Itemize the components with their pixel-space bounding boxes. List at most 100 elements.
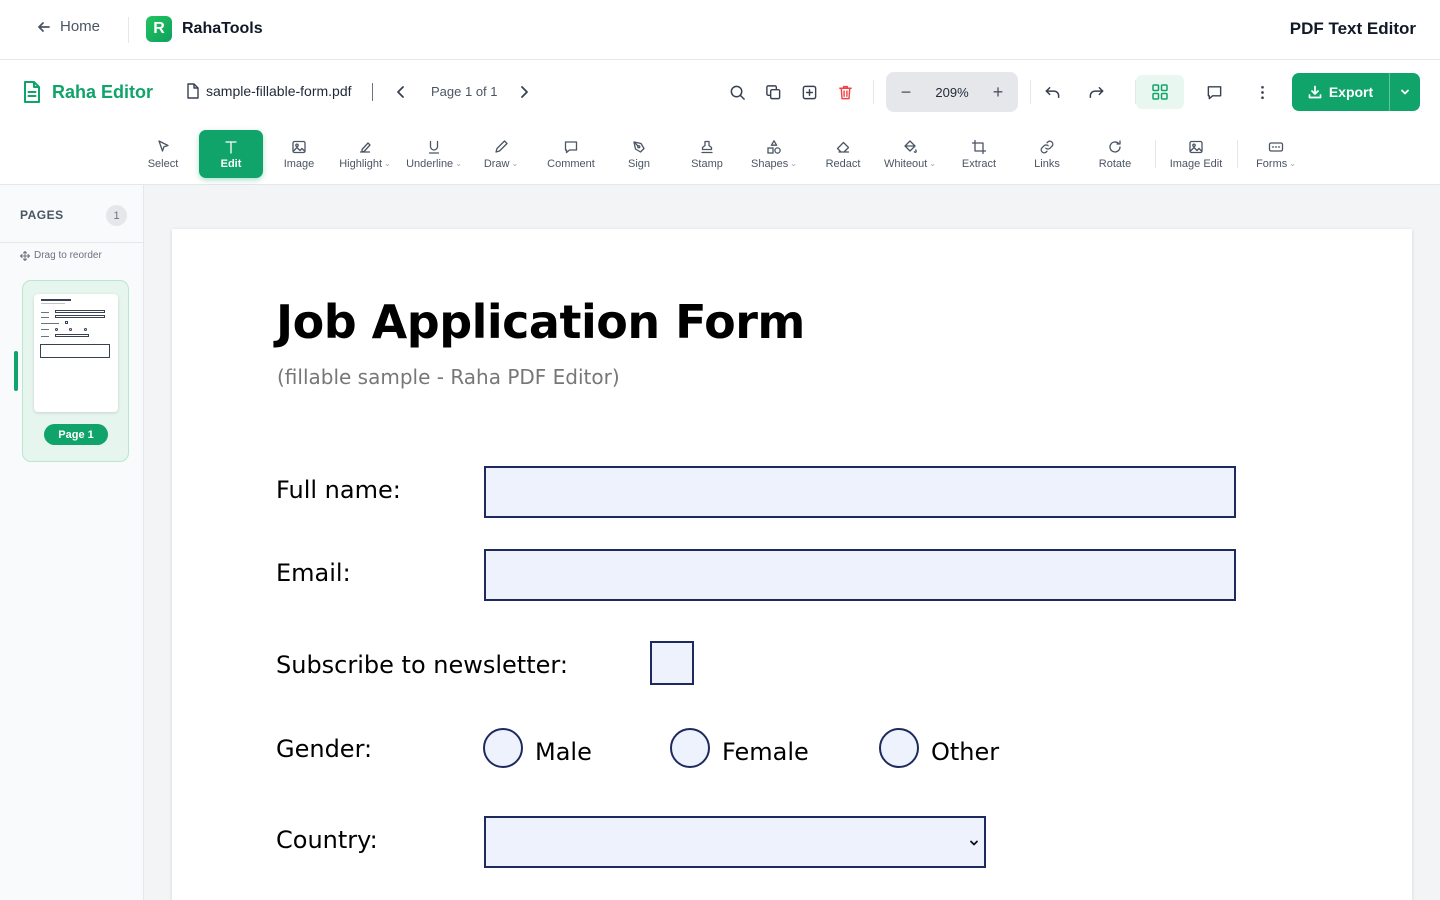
more-vertical-icon	[1260, 85, 1264, 99]
tool-label: Shapes	[750, 157, 789, 170]
chevron-left-icon	[397, 86, 404, 98]
tool-label: Image Edit	[1169, 157, 1223, 170]
page-thumbnail-card[interactable]: Page 1	[22, 280, 129, 462]
tool-sign-button[interactable]: Sign	[613, 130, 665, 178]
add-page-button[interactable]	[799, 82, 819, 102]
arrow-left-icon	[38, 21, 50, 32]
newsletter-label[interactable]: Subscribe to newsletter:	[276, 651, 568, 679]
gender-female-label[interactable]: Female	[722, 738, 809, 766]
thumbnail-label	[41, 336, 49, 337]
newsletter-checkbox[interactable]	[650, 641, 694, 685]
tool-label: Sign	[627, 157, 651, 170]
thumbnail-label	[41, 329, 49, 330]
zoom-out-button[interactable]: −	[898, 82, 914, 103]
tool-draw-button[interactable]: Draw ⌄	[473, 130, 529, 178]
tool-image-button[interactable]: Image	[271, 130, 327, 178]
tool-label: Comment	[547, 157, 595, 170]
email-field[interactable]	[484, 549, 1236, 601]
shapes-icon	[767, 139, 781, 154]
country-label[interactable]: Country:	[276, 826, 378, 854]
thumbnail-checkbox	[65, 321, 68, 324]
stamp-icon	[701, 140, 713, 153]
tool-comment-button[interactable]: Comment	[539, 130, 603, 178]
tool-underline-button[interactable]: Underline ⌄	[399, 130, 469, 178]
search-button[interactable]	[727, 82, 747, 102]
gender-other-radio[interactable]	[879, 728, 919, 768]
tool-edit-button[interactable]: Edit	[199, 130, 263, 178]
tool-select-button[interactable]: Select	[133, 130, 193, 178]
gender-other-label[interactable]: Other	[931, 738, 999, 766]
tool-shapes-button[interactable]: Shapes ⌄	[744, 130, 804, 178]
tool-extract-button[interactable]: Extract	[951, 130, 1007, 178]
redo-button[interactable]	[1086, 82, 1106, 102]
home-link[interactable]: Home	[36, 18, 100, 35]
document-title[interactable]: Job Application Form	[276, 295, 805, 349]
tool-rotate-button[interactable]: Rotate	[1087, 130, 1143, 178]
ribbon-divider	[1237, 140, 1238, 168]
sidebar-divider	[0, 242, 144, 243]
download-icon	[1308, 85, 1322, 99]
page-thumbnail	[34, 294, 118, 412]
eraser-icon	[836, 141, 850, 153]
zoom-level: 209%	[935, 84, 969, 100]
paint-bucket-icon	[904, 139, 917, 153]
undo-button[interactable]	[1042, 82, 1062, 102]
thumbnails-toggle-button[interactable]	[1136, 75, 1184, 109]
prev-page-button[interactable]	[391, 82, 411, 102]
chevron-down-icon: ⌄	[455, 159, 462, 168]
comment-icon	[1207, 85, 1221, 99]
editor-brand-name: Raha Editor	[52, 81, 154, 102]
document-subtitle[interactable]: (fillable sample - Raha PDF Editor)	[277, 365, 620, 389]
full-name-field[interactable]	[484, 466, 1236, 518]
tool-highlight-button[interactable]: Highlight ⌄	[333, 130, 397, 178]
tool-redact-button[interactable]: Redact	[815, 130, 871, 178]
chevron-down-icon: ⌄	[929, 159, 937, 168]
tool-whiteout-button[interactable]: Whiteout ⌄	[877, 130, 943, 178]
duplicate-page-button[interactable]	[763, 82, 783, 102]
thumbnail-field	[55, 334, 89, 337]
delete-page-button[interactable]	[835, 82, 855, 102]
more-options-button[interactable]	[1252, 82, 1272, 102]
full-name-label[interactable]: Full name:	[276, 476, 401, 504]
tool-forms-button[interactable]: Forms ⌄	[1248, 130, 1304, 178]
image-edit-icon	[1189, 140, 1203, 153]
email-label[interactable]: Email:	[276, 559, 351, 587]
comments-panel-button[interactable]	[1204, 82, 1224, 102]
top-header: Home R RahaTools PDF Text Editor	[0, 0, 1440, 60]
comment-icon	[564, 140, 578, 153]
tool-image-edit-button[interactable]: Image Edit	[1163, 130, 1229, 178]
drag-hint-text: Drag to reorder	[34, 250, 102, 261]
tool-stamp-button[interactable]: Stamp	[681, 130, 733, 178]
tool-label: Edit	[220, 157, 242, 170]
raha-logo-icon: R	[146, 16, 172, 42]
thumbnail-subtitle	[41, 303, 65, 304]
thumbnail-label	[41, 312, 49, 313]
copy-icon	[765, 84, 780, 99]
page-heading: PDF Text Editor	[1289, 19, 1416, 38]
zoom-in-button[interactable]: +	[990, 82, 1006, 103]
grid-icon	[1152, 84, 1168, 100]
brand[interactable]: R RahaTools	[146, 16, 263, 42]
header-divider	[128, 17, 129, 43]
gender-male-label[interactable]: Male	[535, 738, 592, 766]
export-main-button[interactable]: Export	[1292, 73, 1390, 111]
tool-label: Stamp	[691, 157, 723, 170]
country-select[interactable]	[484, 816, 986, 868]
export-options-button[interactable]	[1390, 86, 1420, 98]
next-page-button[interactable]	[514, 82, 534, 102]
gender-male-radio[interactable]	[483, 728, 523, 768]
export-button[interactable]: Export	[1292, 73, 1420, 111]
thumbnail-radio	[55, 328, 58, 331]
zoom-control: − 209% +	[886, 72, 1018, 112]
tool-label: Forms	[1256, 157, 1288, 170]
rotate-icon	[1109, 139, 1121, 153]
gender-female-radio[interactable]	[670, 728, 710, 768]
chevron-right-icon	[521, 86, 528, 98]
tool-label: Links	[1034, 157, 1060, 170]
tool-links-button[interactable]: Links	[1021, 130, 1073, 178]
tool-label: Whiteout	[883, 157, 928, 170]
active-page-marker	[14, 351, 18, 391]
gender-label[interactable]: Gender:	[276, 735, 372, 763]
pdf-page[interactable]: Job Application Form (fillable sample - …	[172, 229, 1412, 900]
tools-ribbon: Select Edit Image Highlight ⌄ Underline ⌄ Draw ⌄…	[0, 124, 1440, 185]
